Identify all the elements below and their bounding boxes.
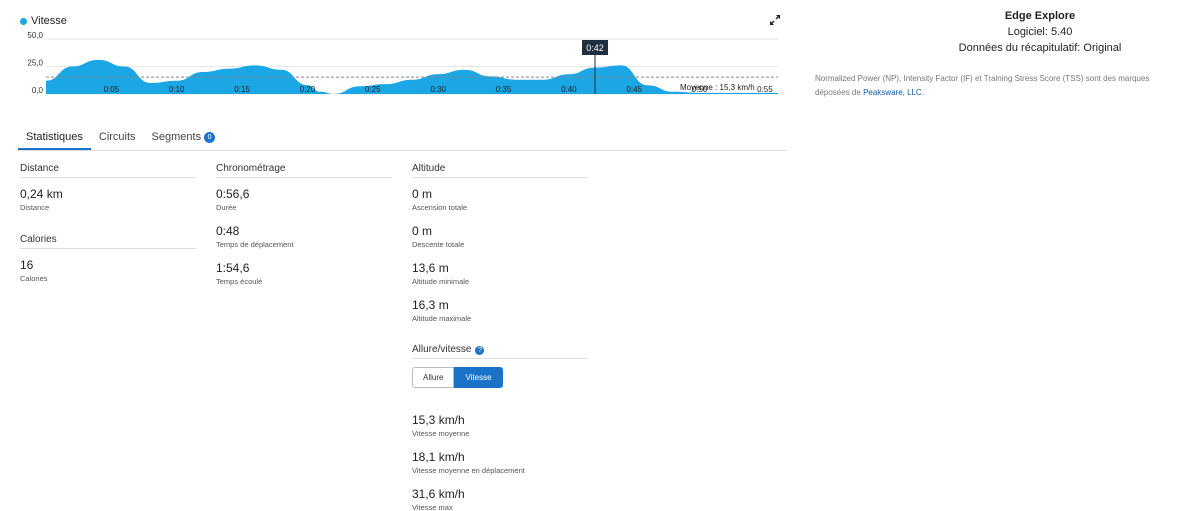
stat-value: 16,3 m bbox=[412, 298, 449, 312]
x-tick-label: 0:45 bbox=[626, 85, 642, 94]
distance-section: Distance 0,24 km Distance bbox=[20, 163, 196, 223]
x-tick-label: 0:55 bbox=[757, 85, 773, 94]
stat-item: 16 Calories bbox=[20, 257, 196, 284]
y-tick-label: 0,0 bbox=[32, 86, 44, 95]
stat-item: 0,24 km Distance bbox=[20, 186, 196, 213]
peaksware-link[interactable]: Peaksware, LLC bbox=[863, 88, 922, 97]
stat-item: 16,3 m Altitude maximale bbox=[412, 297, 588, 324]
stat-label: Vitesse moyenne bbox=[412, 429, 470, 438]
pace-speed-section: Allure/vitesse? Allure Vitesse 15,3 km/h… bbox=[412, 344, 588, 511]
stat-label: Descente totale bbox=[412, 240, 465, 249]
tab-label: Segments bbox=[151, 131, 202, 143]
average-label: Moyenne : 15,3 km/h bbox=[680, 83, 755, 92]
stat-item: 15,3 km/h Vitesse moyenne bbox=[412, 412, 588, 439]
software-version: Logiciel: 5.40 bbox=[1007, 26, 1073, 38]
stat-label: Distance bbox=[20, 203, 50, 212]
y-tick-label: 25,0 bbox=[27, 59, 43, 68]
stat-value: 18,1 km/h bbox=[412, 450, 465, 464]
timing-section: Chronométrage 0:56,6 Durée 0:48 Temps de… bbox=[216, 163, 392, 297]
segments-count-badge: 0 bbox=[204, 132, 216, 143]
summary-data: Données du récapitulatif: Original bbox=[958, 42, 1122, 54]
stat-value: 0:56,6 bbox=[216, 187, 250, 201]
calories-section: Calories 16 Calories bbox=[20, 234, 196, 294]
section-heading: Altitude bbox=[412, 163, 588, 178]
activity-page: Vitesse 50,0 25,0 0,0 0:05 0:10 0:15 0:20 0:25 0… bbox=[0, 0, 1200, 511]
stat-value: 15,3 km/h bbox=[412, 413, 465, 427]
stat-item: 18,1 km/h Vitesse moyenne en déplacement bbox=[412, 449, 588, 476]
x-tick-label: 0:20 bbox=[300, 85, 316, 94]
x-tick-label: 0:05 bbox=[104, 85, 120, 94]
help-icon[interactable]: ? bbox=[475, 346, 485, 355]
stat-item: 0:48 Temps de déplacement bbox=[216, 223, 392, 250]
stat-item: 0:56,6 Durée bbox=[216, 186, 392, 213]
stat-value: 0 m bbox=[412, 224, 433, 238]
stat-value: 13,6 m bbox=[412, 261, 449, 275]
stat-label: Altitude maximale bbox=[412, 314, 472, 323]
pace-heading-label: Allure/vitesse bbox=[412, 344, 472, 355]
stat-item: 31,6 km/h Vitesse max bbox=[412, 486, 588, 511]
x-tick-label: 0:40 bbox=[561, 85, 577, 94]
expand-icon[interactable] bbox=[770, 15, 780, 25]
stat-value: 16 bbox=[20, 258, 34, 272]
altitude-section: Altitude 0 m Ascension totale 0 m Descen… bbox=[412, 163, 588, 334]
stat-label: Calories bbox=[20, 274, 48, 283]
pace-button[interactable]: Allure bbox=[412, 367, 455, 388]
trademark-notice: Normalized Power (NP), Intensity Factor … bbox=[815, 72, 1165, 100]
stat-label: Altitude minimale bbox=[412, 277, 470, 286]
stat-label: Temps écoulé bbox=[216, 277, 263, 286]
chart-plot[interactable]: 50,0 25,0 0,0 0:05 0:10 0:15 0:20 0:25 0:30 0:35 0… bbox=[0, 0, 790, 110]
device-info: Edge Explore Logiciel: 5.40 Données du r… bbox=[920, 8, 1160, 56]
x-tick-label: 0:30 bbox=[430, 85, 446, 94]
stat-label: Durée bbox=[216, 203, 237, 212]
stat-label: Vitesse max bbox=[412, 503, 453, 511]
stat-item: 0 m Descente totale bbox=[412, 223, 588, 250]
stat-value: 1:54,6 bbox=[216, 261, 250, 275]
section-heading: Distance bbox=[20, 163, 196, 178]
stat-label: Ascension totale bbox=[412, 203, 468, 212]
x-tick-label: 0:35 bbox=[496, 85, 512, 94]
stat-item: 1:54,6 Temps écoulé bbox=[216, 260, 392, 287]
speed-chart[interactable]: Vitesse 50,0 25,0 0,0 0:05 0:10 0:15 0:20 0:25 0… bbox=[0, 0, 790, 110]
x-tick-label: 0:10 bbox=[169, 85, 185, 94]
stat-value: 31,6 km/h bbox=[412, 487, 465, 501]
tab-label: Statistiques bbox=[26, 131, 83, 143]
section-heading: Chronométrage bbox=[216, 163, 392, 178]
stat-value: 0 m bbox=[412, 187, 433, 201]
speed-button[interactable]: Vitesse bbox=[454, 367, 503, 388]
tab-segments[interactable]: Segments 0 bbox=[144, 126, 224, 149]
stat-item: 0 m Ascension totale bbox=[412, 186, 588, 213]
stat-value: 0:48 bbox=[216, 224, 240, 238]
stat-label: Temps de déplacement bbox=[216, 240, 294, 249]
device-name: Edge Explore bbox=[1004, 10, 1076, 22]
section-heading: Allure/vitesse? bbox=[412, 344, 588, 359]
stat-value: 0,24 km bbox=[20, 187, 63, 201]
tab-laps[interactable]: Circuits bbox=[91, 126, 144, 149]
tab-bar: Statistiques Circuits Segments 0 bbox=[18, 126, 786, 151]
cursor-time-label: 0:42 bbox=[586, 43, 604, 53]
tab-label: Circuits bbox=[98, 131, 136, 143]
y-tick-label: 50,0 bbox=[27, 31, 43, 40]
stat-item: 13,6 m Altitude minimale bbox=[412, 260, 588, 287]
x-tick-label: 0:25 bbox=[365, 85, 381, 94]
tab-statistics[interactable]: Statistiques bbox=[18, 126, 91, 150]
stat-label: Vitesse moyenne en déplacement bbox=[412, 466, 525, 475]
trademark-end: . bbox=[921, 88, 924, 97]
section-heading: Calories bbox=[20, 234, 196, 249]
pace-speed-toggle: Allure Vitesse bbox=[412, 367, 588, 388]
x-tick-label: 0:15 bbox=[234, 85, 250, 94]
